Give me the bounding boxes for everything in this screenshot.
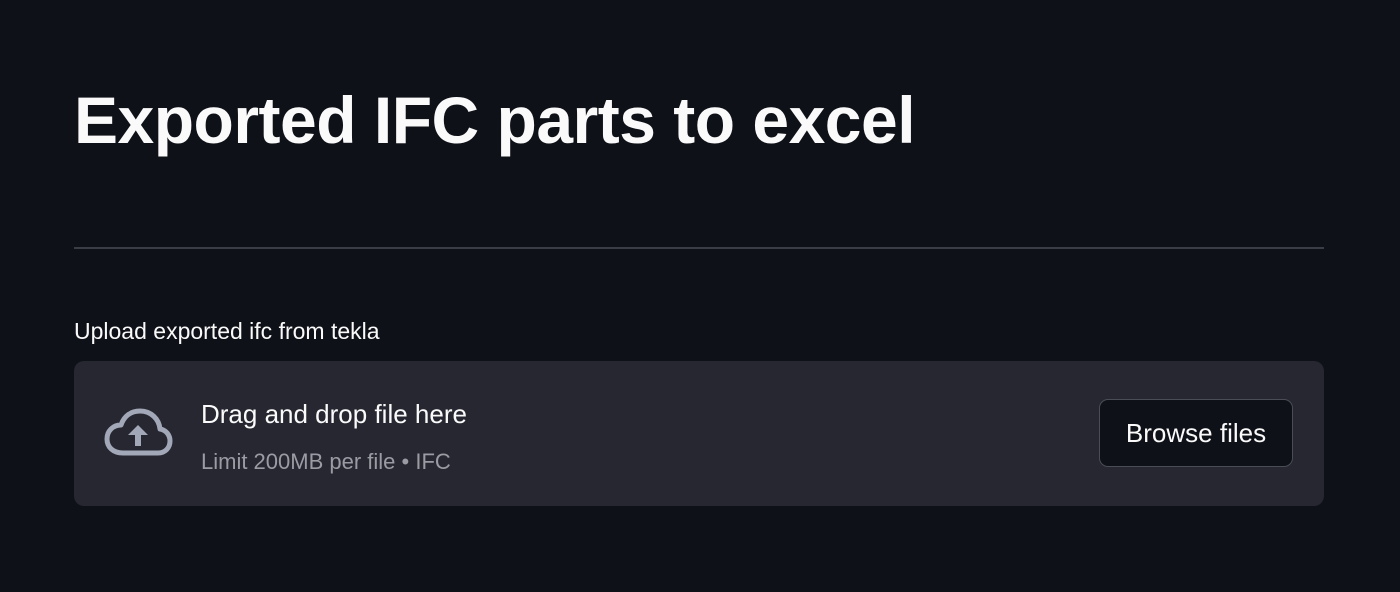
dropzone-limit-text: Limit 200MB per file • IFC [201, 449, 451, 474]
file-dropzone[interactable]: Drag and drop file here Limit 200MB per … [74, 361, 1324, 506]
divider [74, 247, 1324, 249]
dropzone-instruction: Drag and drop file here [201, 399, 467, 429]
page-title: Exported IFC parts to excel [74, 83, 916, 157]
browse-files-button[interactable]: Browse files [1099, 399, 1293, 467]
cloud-upload-icon [104, 408, 173, 456]
app-page: Exported IFC parts to excel Upload expor… [0, 0, 1400, 592]
upload-label: Upload exported ifc from tekla [74, 318, 380, 344]
